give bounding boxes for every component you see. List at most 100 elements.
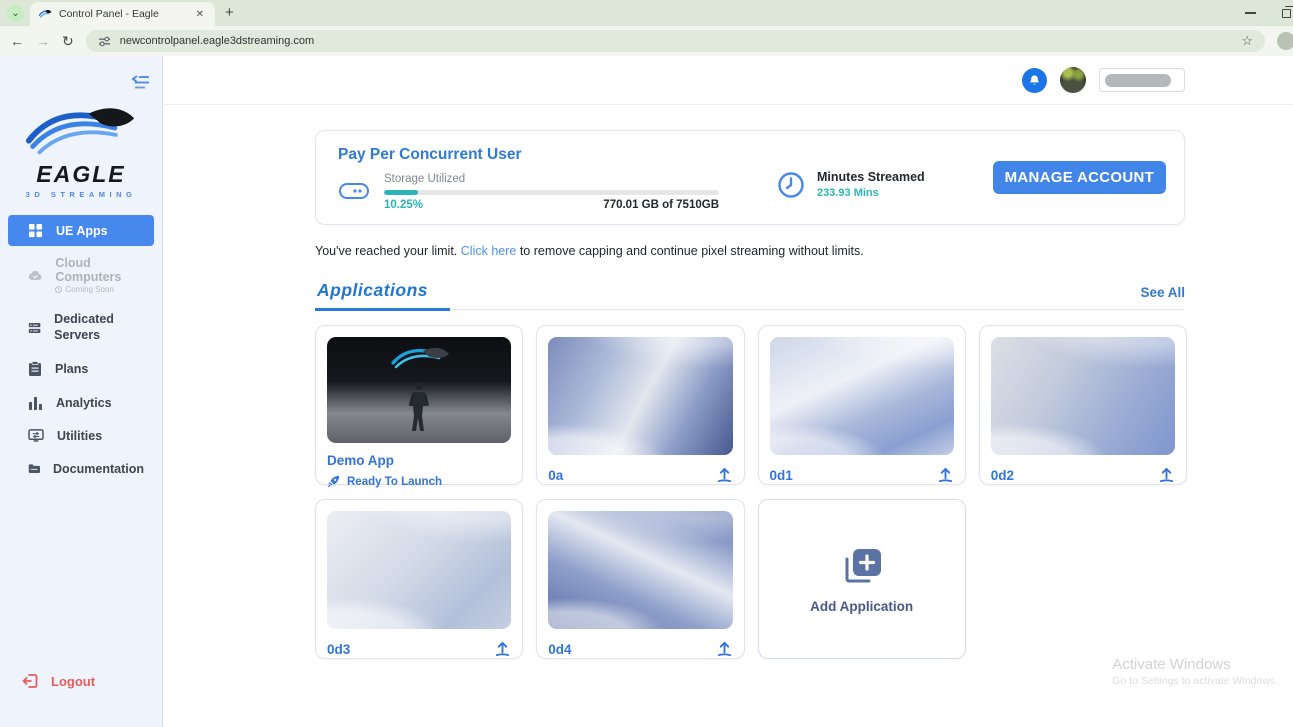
add-application-card[interactable]: Add Application <box>757 499 966 659</box>
eagle-favicon <box>38 9 52 18</box>
clock-icon <box>778 171 804 198</box>
minutes-value: 233.93 Mins <box>817 187 879 199</box>
browser-toolbar: ← → ↻ newcontrolpanel.eagle3dstreaming.c… <box>0 26 1293 56</box>
username-box[interactable] <box>1099 68 1185 92</box>
app-name: 0a <box>548 467 564 483</box>
browser-profile-avatar[interactable] <box>1277 32 1293 50</box>
new-tab-button[interactable]: + <box>225 4 234 21</box>
storage-percent: 10.25% <box>384 199 424 211</box>
sidebar-item-analytics[interactable]: Analytics <box>8 387 154 418</box>
app-card-0d4[interactable]: 0d4 <box>536 499 745 659</box>
cloud-icon <box>28 270 42 280</box>
app-thumbnail <box>548 511 733 629</box>
upload-icon[interactable] <box>716 641 733 657</box>
upload-icon[interactable] <box>716 467 733 483</box>
bookmark-star-icon[interactable]: ☆ <box>1241 33 1253 49</box>
eagle-logo-icon <box>25 108 135 155</box>
sidebar-item-plans[interactable]: Plans <box>8 353 154 385</box>
upload-icon[interactable] <box>494 641 511 657</box>
add-application-label: Add Application <box>810 598 914 614</box>
app-name: 0d2 <box>990 467 1015 483</box>
app-card-0d2[interactable]: 0d2 <box>978 325 1187 485</box>
apps-grid-icon <box>28 223 43 238</box>
clock-mini-icon <box>55 286 63 293</box>
upload-icon[interactable] <box>1158 467 1175 483</box>
notifications-button[interactable] <box>1022 67 1047 93</box>
monitor-arrows-icon <box>28 428 44 442</box>
sidebar-item-cloud-computers[interactable]: Cloud Computers Coming Soon <box>8 248 154 302</box>
forward-button[interactable]: → <box>36 33 50 49</box>
url-bar[interactable]: newcontrolpanel.eagle3dstreaming.com ☆ <box>85 30 1265 52</box>
app-name: 0d3 <box>327 641 351 657</box>
app-card-demo[interactable]: Demo App Ready To Launch <box>315 325 524 488</box>
tab-search-button[interactable]: ⌄ <box>7 5 24 22</box>
plan-title: Pay Per Concurrent User <box>338 146 522 163</box>
bar-chart-icon <box>29 396 42 410</box>
username-redacted <box>1105 73 1171 87</box>
brand-name: EAGLE <box>36 161 126 187</box>
sidebar-item-label: Cloud Computers <box>55 256 122 284</box>
app-card-0d3[interactable]: 0d3 <box>315 499 524 659</box>
sidebar-item-label: Documentation <box>53 461 144 476</box>
browser-tab[interactable]: Control Panel - Eagle ✕ <box>30 2 215 26</box>
app-thumbnail <box>990 337 1175 455</box>
rocket-icon <box>327 475 340 488</box>
sidebar-collapse-icon[interactable] <box>131 74 150 90</box>
character-figure <box>409 382 430 431</box>
folder-icon <box>28 464 41 474</box>
site-settings-icon[interactable] <box>98 35 111 48</box>
main-header <box>163 56 1293 105</box>
url-text[interactable]: newcontrolpanel.eagle3dstreaming.com <box>120 35 1233 47</box>
app-card-0d1[interactable]: 0d1 <box>757 325 966 485</box>
storage-usage: 770.01 GB of 7510GB <box>603 199 719 211</box>
storage-progress-track <box>384 190 719 195</box>
sidebar-item-label: Dedicated Servers <box>54 312 114 342</box>
app-thumbnail <box>548 337 733 455</box>
applications-title: Applications <box>315 280 451 311</box>
app-thumbnail <box>769 337 954 455</box>
app-name: 0d4 <box>548 641 572 657</box>
browser-chrome: ⌄ Control Panel - Eagle ✕ + ← → ↻ newcon… <box>0 0 1293 56</box>
storage-progress-fill <box>384 190 419 195</box>
main-area: Pay Per Concurrent User Storage Utilized <box>163 56 1293 727</box>
bell-icon <box>1029 74 1040 85</box>
sidebar-item-label: UE Apps <box>56 223 108 238</box>
brand-tagline: 3D STREAMING <box>25 190 137 199</box>
tab-strip: ⌄ Control Panel - Eagle ✕ + <box>0 0 1293 26</box>
back-button[interactable]: ← <box>10 33 24 49</box>
coming-soon-badge: Coming Soon <box>55 285 144 294</box>
app-name: 0d1 <box>769 467 793 483</box>
tab-close-icon[interactable]: ✕ <box>193 8 207 21</box>
brand-logo: EAGLE 3D STREAMING <box>19 102 144 199</box>
app-card-0a[interactable]: 0a <box>536 325 745 485</box>
clipboard-icon <box>29 361 41 377</box>
remove-capping-link[interactable]: Click here <box>461 244 517 258</box>
minutes-label: Minutes Streamed <box>817 170 925 184</box>
sidebar-item-documentation[interactable]: Documentation <box>8 453 154 484</box>
sidebar-item-label: Utilities <box>57 428 103 443</box>
see-all-link[interactable]: See All <box>1140 285 1185 309</box>
logout-button[interactable]: Logout <box>0 673 95 689</box>
limit-notice: You've reached your limit. Click here to… <box>315 244 864 258</box>
applications-grid: Demo App Ready To Launch 0a 0d1 0d2 0d3 … <box>315 325 1187 659</box>
tab-title: Control Panel - Eagle <box>59 8 159 20</box>
sidebar-item-utilities[interactable]: Utilities <box>8 420 154 451</box>
sidebar-item-ue-apps[interactable]: UE Apps <box>8 215 154 246</box>
sidebar: EAGLE 3D STREAMING UE Apps Cloud Compute… <box>0 56 163 727</box>
logout-label: Logout <box>51 673 96 689</box>
window-minimize-button[interactable] <box>1245 12 1256 14</box>
user-avatar[interactable] <box>1060 67 1086 93</box>
reload-button[interactable]: ↻ <box>62 33 74 50</box>
app-thumbnail <box>327 337 512 443</box>
window-restore-button[interactable] <box>1282 5 1293 18</box>
sidebar-item-dedicated-servers[interactable]: Dedicated Servers <box>8 304 154 351</box>
eagle-swoosh-icon <box>391 347 450 369</box>
sidebar-item-label: Analytics <box>56 395 112 410</box>
applications-header: Applications See All <box>315 280 1185 311</box>
activate-windows-watermark: Activate Windows Go to Settings to activ… <box>1112 656 1278 687</box>
storage-label: Storage Utilized <box>384 173 466 185</box>
upload-icon[interactable] <box>937 467 954 483</box>
app-name: Demo App <box>327 453 394 468</box>
manage-account-button[interactable]: MANAGE ACCOUNT <box>992 161 1166 194</box>
app-thumbnail <box>327 511 512 629</box>
